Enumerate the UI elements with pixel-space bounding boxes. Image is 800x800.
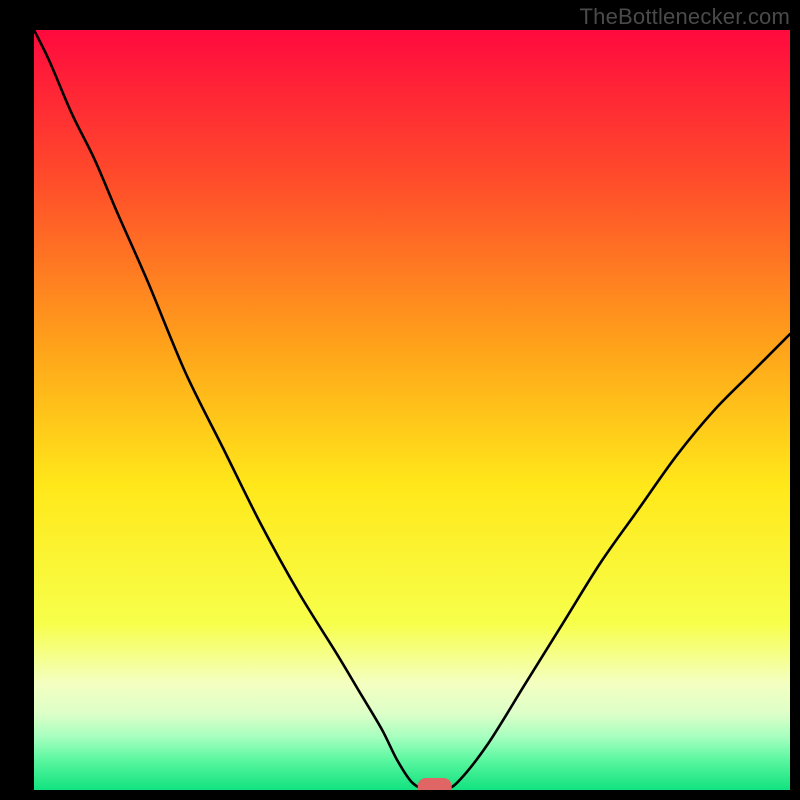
plot-frame	[34, 30, 790, 790]
chart-container: TheBottlenecker.com	[0, 0, 800, 800]
gradient-bg	[34, 30, 790, 790]
optimum-marker	[418, 778, 452, 790]
watermark-text: TheBottlenecker.com	[580, 4, 790, 30]
bottleneck-chart	[34, 30, 790, 790]
